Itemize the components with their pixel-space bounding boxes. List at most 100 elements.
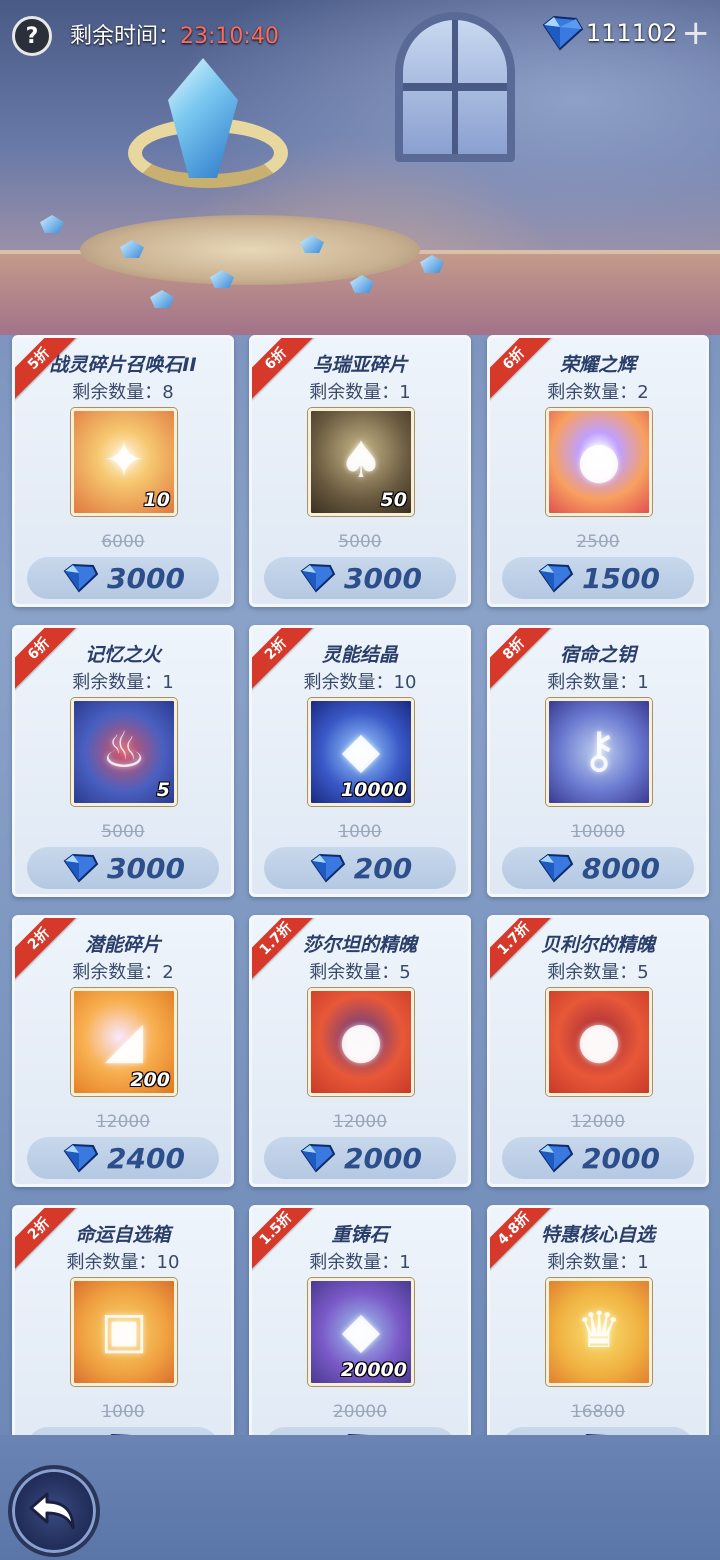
item-art-icon: ♠ <box>338 430 384 489</box>
original-price-value: 6000 <box>101 532 145 552</box>
buy-button[interactable]: 3000 <box>264 557 456 599</box>
help-button[interactable]: ? <box>12 16 52 56</box>
sale-price: 2400 <box>107 1141 185 1175</box>
original-price: 5000 <box>252 532 468 552</box>
item-card[interactable]: 2折 命运自选箱 剩余数量：10 ▣ 1000 <box>12 1205 234 1435</box>
sale-price: 3000 <box>107 851 185 885</box>
buy-button[interactable] <box>27 1427 219 1435</box>
item-art-icon: ◢ <box>104 1010 144 1069</box>
original-price-value: 12000 <box>95 1112 151 1132</box>
item-icon[interactable]: ♨ 5 <box>71 698 177 806</box>
buy-button[interactable]: 8000 <box>502 847 694 889</box>
item-name: 莎尔坦的精魄 <box>302 934 417 956</box>
item-name: 战灵碎片召唤石II <box>49 354 197 376</box>
original-price: 6000 <box>15 532 231 552</box>
original-price-value: 1000 <box>101 1402 145 1422</box>
item-art-icon: ▣ <box>100 1300 148 1359</box>
buy-button[interactable]: 1500 <box>502 557 694 599</box>
remaining-count: 剩余数量：1 <box>309 1252 411 1273</box>
item-card[interactable]: 1.7折 贝利尔的精魄 剩余数量：5 ● 12000 2000 <box>487 915 709 1187</box>
item-icon[interactable]: ● <box>546 988 652 1096</box>
original-price: 20000 <box>252 1402 468 1422</box>
item-quantity: 50 <box>380 489 407 511</box>
item-icon[interactable]: ♛ <box>546 1278 652 1386</box>
item-art-icon: ● <box>577 1010 621 1069</box>
item-art-icon: ◆ <box>341 1300 381 1359</box>
item-icon[interactable]: ⚷ <box>546 698 652 806</box>
buy-button[interactable]: 2000 <box>502 1137 694 1179</box>
remaining-count: 剩余数量：1 <box>309 382 411 403</box>
item-card[interactable]: 4.8折 特惠核心自选 剩余数量：1 ♛ 16800 <box>487 1205 709 1435</box>
item-card[interactable]: 5折 战灵碎片召唤石II 剩余数量：8 ✦ 10 6000 3000 <box>12 335 234 607</box>
diamond-icon <box>538 1143 574 1173</box>
item-icon[interactable]: ◢ 200 <box>71 988 177 1096</box>
bottom-bar <box>0 1435 720 1560</box>
back-arrow-icon <box>29 1492 75 1530</box>
item-name: 贝利尔的精魄 <box>540 934 655 956</box>
remaining-time: 剩余时间：23:10:40 <box>70 18 279 50</box>
back-button[interactable] <box>8 1465 100 1557</box>
item-quantity: 5 <box>156 779 170 801</box>
item-quantity: 20000 <box>340 1359 407 1381</box>
diamond-icon <box>63 853 99 883</box>
diamond-icon <box>63 563 99 593</box>
item-icon[interactable]: ● <box>308 988 414 1096</box>
item-icon[interactable]: ◆ 20000 <box>308 1278 414 1386</box>
buy-button[interactable] <box>264 1427 456 1435</box>
original-price: 1000 <box>252 822 468 842</box>
sale-price: 3000 <box>344 561 422 595</box>
item-card[interactable]: 8折 宿命之钥 剩余数量：1 ⚷ 10000 8000 <box>487 625 709 897</box>
item-icon[interactable]: ✦ 10 <box>71 408 177 516</box>
remaining-count: 剩余数量：1 <box>547 1252 649 1273</box>
remaining-count: 剩余数量：10 <box>303 672 417 693</box>
currency-display: 111102 + <box>538 12 710 54</box>
currency-amount: 111102 <box>585 19 678 47</box>
item-card[interactable]: 1.5折 重铸石 剩余数量：1 ◆ 20000 20000 <box>249 1205 471 1435</box>
original-price: 16800 <box>490 1402 706 1422</box>
original-price: 12000 <box>490 1112 706 1132</box>
item-card[interactable]: 6折 荣耀之辉 剩余数量：2 ● 2500 1500 <box>487 335 709 607</box>
item-card[interactable]: 2折 灵能结晶 剩余数量：10 ◆ 10000 1000 200 <box>249 625 471 897</box>
item-icon[interactable]: ♠ 50 <box>308 408 414 516</box>
item-grid: 5折 战灵碎片召唤石II 剩余数量：8 ✦ 10 6000 3000 6折 乌瑞亚碎片 剩余数量：… <box>0 335 720 1435</box>
buy-button[interactable] <box>502 1427 694 1435</box>
remaining-count: 剩余数量：10 <box>66 1252 180 1273</box>
remaining-count: 剩余数量：2 <box>547 382 649 403</box>
buy-button[interactable]: 2400 <box>27 1137 219 1179</box>
item-card[interactable]: 1.7折 莎尔坦的精魄 剩余数量：5 ● 12000 2000 <box>249 915 471 1187</box>
add-currency-button[interactable]: + <box>682 16 711 50</box>
original-price-value: 5000 <box>101 822 145 842</box>
timer-value: 23:10:40 <box>180 24 279 49</box>
buy-button[interactable]: 200 <box>264 847 456 889</box>
item-art-icon: ♨ <box>101 720 147 779</box>
original-price-value: 5000 <box>338 532 382 552</box>
item-name: 灵能结晶 <box>321 644 398 666</box>
item-art-icon: ◆ <box>341 720 381 779</box>
sale-price: 8000 <box>582 851 660 885</box>
item-card[interactable]: 2折 潜能碎片 剩余数量：2 ◢ 200 12000 2400 <box>12 915 234 1187</box>
item-icon[interactable]: ▣ <box>71 1278 177 1386</box>
sale-price: 1500 <box>582 561 660 595</box>
buy-button[interactable]: 3000 <box>27 847 219 889</box>
item-icon[interactable]: ◆ 10000 <box>308 698 414 806</box>
item-icon[interactable]: ● <box>546 408 652 516</box>
buy-button[interactable]: 2000 <box>264 1137 456 1179</box>
original-price-value: 20000 <box>332 1402 388 1422</box>
original-price-value: 12000 <box>570 1112 626 1132</box>
item-card[interactable]: 6折 记忆之火 剩余数量：1 ♨ 5 5000 3000 <box>12 625 234 897</box>
item-name: 记忆之火 <box>84 644 161 666</box>
item-name: 命运自选箱 <box>75 1224 171 1246</box>
item-art-icon: ⚷ <box>580 720 618 779</box>
timer-label: 剩余时间： <box>70 24 181 49</box>
original-price: 12000 <box>15 1112 231 1132</box>
buy-button[interactable]: 3000 <box>27 557 219 599</box>
remaining-count: 剩余数量：5 <box>309 962 411 983</box>
remaining-count: 剩余数量：1 <box>72 672 174 693</box>
sale-price: 2000 <box>344 1141 422 1175</box>
item-art-icon: ♛ <box>576 1300 622 1359</box>
diamond-icon <box>542 15 584 51</box>
original-price: 5000 <box>15 822 231 842</box>
diamond-icon <box>538 563 574 593</box>
item-card[interactable]: 6折 乌瑞亚碎片 剩余数量：1 ♠ 50 5000 3000 <box>249 335 471 607</box>
original-price-value: 10000 <box>570 822 626 842</box>
